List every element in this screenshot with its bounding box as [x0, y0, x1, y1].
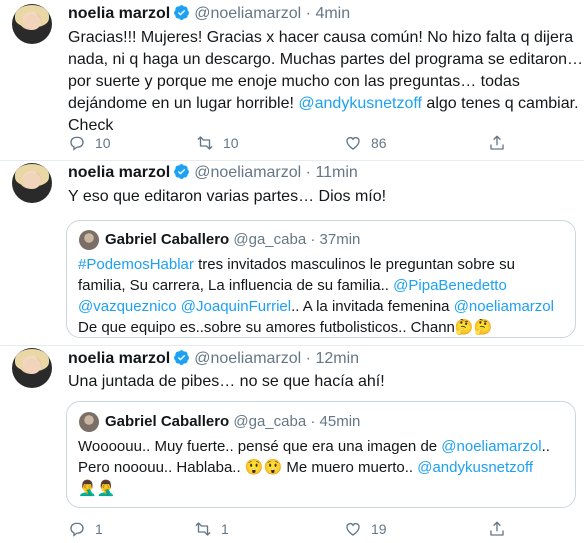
- verified-badge-icon: [173, 163, 190, 180]
- share-button[interactable]: [488, 134, 506, 152]
- quoted-line: 🤦‍♂️🤦‍♂️: [78, 478, 550, 499]
- share-icon: [490, 521, 504, 536]
- tweet-header: noelia marzol @noeliamarzol · 11min: [68, 163, 358, 183]
- quoted-author-name: Gabriel Caballero: [105, 413, 230, 430]
- author-name[interactable]: noelia marzol: [68, 350, 170, 367]
- quoted-line: #PodemosHablar tres invitados masculinos…: [78, 256, 515, 273]
- mention-link[interactable]: @noeliamarzol: [454, 298, 554, 315]
- tweet-actions: 10 10 86: [68, 134, 548, 154]
- tweet-header: noelia marzol @noeliamarzol · 12min: [68, 349, 359, 369]
- retweet-button[interactable]: 10: [196, 134, 239, 152]
- separator-dot: ·: [310, 231, 316, 248]
- verified-badge-icon: [173, 349, 190, 366]
- quoted-tweet[interactable]: Gabriel Caballero @ga_caba · 37min #Pode…: [66, 220, 576, 338]
- tweet-line: nada, ni q haga un descargo. Muchas part…: [68, 51, 583, 68]
- reply-icon: [70, 136, 84, 151]
- avatar[interactable]: [12, 4, 52, 44]
- timestamp[interactable]: 11min: [315, 164, 357, 181]
- quoted-line: @vazqueznico @JoaquinFurriel.. A la invi…: [78, 298, 554, 315]
- author-name[interactable]: noelia marzol: [68, 164, 170, 181]
- author-handle[interactable]: @noeliamarzol: [194, 350, 301, 367]
- tweet-line: por suerte y porque me enoje mucho con l…: [68, 73, 520, 90]
- author-name[interactable]: noelia marzol: [68, 5, 170, 22]
- quoted-header: Gabriel Caballero @ga_caba · 45min: [105, 412, 360, 432]
- separator-dot: ·: [305, 350, 311, 367]
- reply-icon: [70, 522, 84, 537]
- quoted-line: De que equipo es..sobre su amores futbol…: [78, 319, 493, 336]
- tweet-line: Gracias!!! Mujeres! Gracias x hacer caus…: [68, 29, 574, 46]
- hashtag-link[interactable]: #PodemosHablar: [78, 256, 194, 273]
- tweet-text: Y eso que editaron varias partes… Dios m…: [68, 188, 387, 205]
- reply-button[interactable]: 1: [68, 520, 103, 538]
- mention-link[interactable]: @JoaquinFurriel: [181, 298, 291, 315]
- mention-link[interactable]: @PipaBenedetto: [393, 277, 507, 294]
- heart-icon: [346, 523, 360, 536]
- quoted-author-name: Gabriel Caballero: [105, 231, 230, 248]
- astonished-emoji: 😲😲: [244, 459, 283, 476]
- timestamp[interactable]: 12min: [315, 350, 359, 367]
- tweet-text: Gracias!!! Mujeres! Gracias x hacer caus…: [68, 27, 583, 137]
- tweet-1[interactable]: noelia marzol @noeliamarzol · 4min Gracia…: [0, 0, 584, 160]
- share-button[interactable]: [488, 520, 506, 538]
- timestamp[interactable]: 4min: [315, 5, 350, 22]
- separator-dot: ·: [305, 164, 311, 181]
- quoted-timestamp: 37min: [319, 231, 361, 248]
- quoted-tweet[interactable]: Gabriel Caballero @ga_caba · 45min Woooo…: [66, 401, 576, 508]
- facepalm-emoji: 🤦‍♂️🤦‍♂️: [78, 480, 116, 497]
- quoted-line: Pero nooouu.. Hablaba.. 😲😲 Me muero muer…: [78, 459, 534, 476]
- quoted-avatar: [79, 230, 99, 250]
- quoted-timestamp: 45min: [319, 413, 361, 430]
- reply-button[interactable]: 10: [68, 134, 111, 152]
- like-button[interactable]: 19: [344, 520, 387, 538]
- mention-link[interactable]: @andykusnetzoff: [298, 95, 422, 112]
- tweet-3[interactable]: noelia marzol @noeliamarzol · 12min Una j…: [0, 346, 584, 543]
- avatar[interactable]: [12, 348, 52, 388]
- verified-badge-icon: [173, 4, 190, 21]
- quoted-line: familia, Su carrera, La influencia de su…: [78, 277, 507, 294]
- retweet-icon: [195, 522, 211, 536]
- retweet-icon: [197, 136, 213, 150]
- tweet-line: dejándome en un lugar horrible! @andykus…: [68, 95, 579, 112]
- thinking-emoji: 🤔🤔: [454, 319, 493, 336]
- separator-dot: ·: [310, 413, 316, 430]
- mention-link[interactable]: @andykusnetzoff: [417, 459, 533, 476]
- quoted-header: Gabriel Caballero @ga_caba · 37min: [105, 230, 360, 250]
- quoted-author-handle: @ga_caba: [233, 413, 307, 430]
- tweet-header: noelia marzol @noeliamarzol · 4min: [68, 4, 350, 24]
- tweet-text: Una juntada de pibes… no se que hacía ah…: [68, 373, 385, 390]
- tweet-actions: 1 1 19: [68, 520, 548, 540]
- share-icon: [490, 135, 504, 150]
- author-handle[interactable]: @noeliamarzol: [194, 5, 301, 22]
- mention-link[interactable]: @noeliamarzol: [441, 438, 541, 455]
- heart-icon: [346, 137, 360, 150]
- quoted-text: #PodemosHablar tres invitados masculinos…: [78, 254, 554, 338]
- separator-dot: ·: [305, 5, 311, 22]
- mention-link[interactable]: @vazqueznico: [78, 298, 177, 315]
- quoted-line: Woooouu.. Muy fuerte.. pensé que era una…: [78, 438, 550, 455]
- quoted-author-handle: @ga_caba: [233, 231, 307, 248]
- avatar[interactable]: [12, 163, 52, 203]
- tweet-2[interactable]: noelia marzol @noeliamarzol · 11min Y eso…: [0, 161, 584, 338]
- author-handle[interactable]: @noeliamarzol: [194, 164, 301, 181]
- retweet-button[interactable]: 1: [194, 520, 229, 538]
- quoted-avatar: [79, 412, 99, 432]
- like-button[interactable]: 86: [344, 134, 387, 152]
- quoted-text: Woooouu.. Muy fuerte.. pensé que era una…: [78, 436, 550, 499]
